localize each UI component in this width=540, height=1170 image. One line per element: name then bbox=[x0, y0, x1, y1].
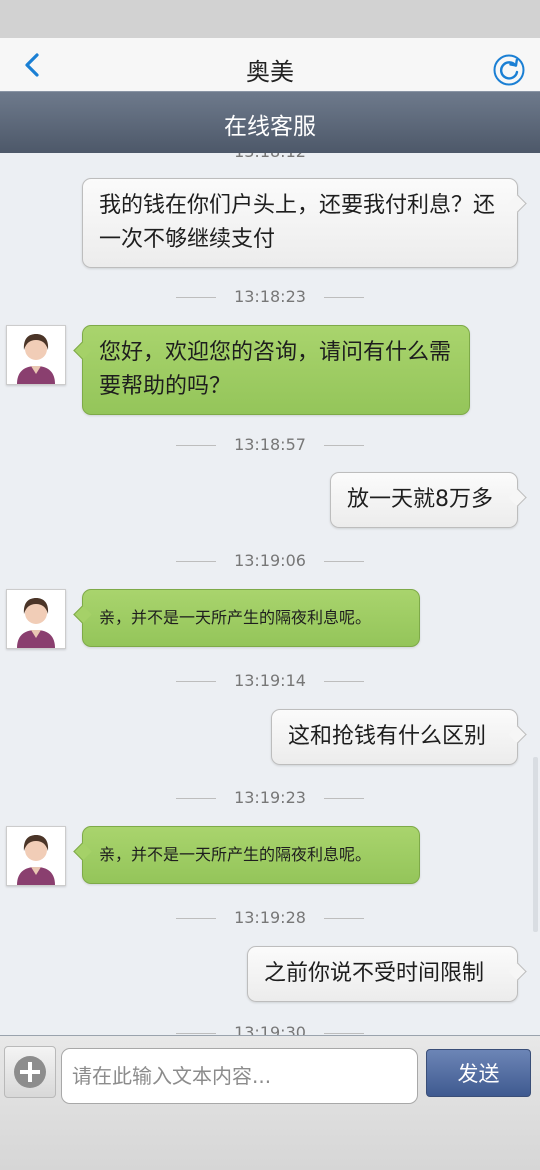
message-timestamp: 13:19:23 bbox=[0, 786, 540, 810]
message-timestamp: 13:19:14 bbox=[0, 669, 540, 693]
divider bbox=[176, 297, 217, 298]
divider bbox=[176, 681, 217, 682]
received-message-bubble[interactable]: 您好，欢迎您的咨询，请问有什么需要帮助的吗？ bbox=[82, 325, 470, 415]
agent-avatar-icon bbox=[17, 334, 55, 384]
divider bbox=[323, 561, 364, 562]
sent-message-bubble[interactable]: 之前你说不受时间限制 bbox=[247, 946, 518, 1002]
message-timestamp: 13:19:06 bbox=[0, 549, 540, 573]
agent-avatar-icon bbox=[17, 835, 55, 885]
timestamp-text: 13:19:23 bbox=[234, 788, 306, 807]
message-timestamp: 13:18:57 bbox=[0, 433, 540, 457]
timestamp-text: 13:19:30 bbox=[234, 1023, 306, 1035]
sent-message-bubble[interactable]: 放一天就8万多 bbox=[330, 472, 518, 528]
timestamp-text: 13:18:57 bbox=[234, 435, 306, 454]
sent-message-bubble[interactable]: 这和抢钱有什么区别 bbox=[271, 709, 518, 765]
divider bbox=[323, 1033, 364, 1034]
divider bbox=[176, 561, 217, 562]
message-input[interactable] bbox=[61, 1048, 418, 1104]
chat-message-list[interactable]: 13:18:12 我的钱在你们户头上，还要我付利息？还一次不够继续支付 13:1… bbox=[0, 153, 540, 1035]
refresh-icon bbox=[493, 54, 525, 86]
message-timestamp: 13:19:28 bbox=[0, 906, 540, 930]
timestamp-text: 13:18:12 bbox=[234, 153, 306, 161]
divider bbox=[323, 918, 364, 919]
chat-header-title: 在线客服 bbox=[224, 114, 316, 140]
agent-avatar[interactable] bbox=[6, 325, 66, 385]
divider bbox=[323, 798, 364, 799]
chat-header: 在线客服 bbox=[0, 91, 540, 153]
divider bbox=[176, 1033, 217, 1034]
plus-circle-icon bbox=[14, 1056, 46, 1088]
agent-avatar-icon bbox=[17, 598, 55, 648]
refresh-button[interactable] bbox=[492, 53, 526, 87]
divider bbox=[176, 798, 217, 799]
message-input-bar: 发送 bbox=[0, 1035, 540, 1170]
agent-avatar[interactable] bbox=[6, 589, 66, 649]
divider bbox=[176, 445, 217, 446]
message-text: 亲，并不是一天所产生的隔夜利息呢。 bbox=[99, 608, 372, 627]
status-bar bbox=[0, 0, 540, 38]
timestamp-text: 13:19:06 bbox=[234, 551, 306, 570]
message-timestamp: 13:18:12 bbox=[0, 153, 540, 164]
agent-avatar[interactable] bbox=[6, 826, 66, 886]
message-text: 之前你说不受时间限制 bbox=[264, 961, 485, 986]
message-text: 这和抢钱有什么区别 bbox=[288, 724, 487, 749]
timestamp-text: 13:19:28 bbox=[234, 908, 306, 927]
message-text: 亲，并不是一天所产生的隔夜利息呢。 bbox=[99, 845, 372, 864]
chat-scrollbar[interactable] bbox=[533, 757, 538, 932]
top-nav-bar: 奥美 bbox=[0, 38, 540, 91]
send-button[interactable]: 发送 bbox=[426, 1049, 531, 1097]
add-attachment-button[interactable] bbox=[4, 1046, 56, 1098]
timestamp-text: 13:19:14 bbox=[234, 671, 306, 690]
message-timestamp: 13:19:30 bbox=[0, 1021, 540, 1035]
message-text: 放一天就8万多 bbox=[347, 487, 493, 512]
divider bbox=[323, 681, 364, 682]
divider bbox=[323, 445, 364, 446]
message-text: 我的钱在你们户头上，还要我付利息？还一次不够继续支付 bbox=[99, 193, 496, 252]
divider bbox=[323, 297, 364, 298]
divider bbox=[176, 918, 217, 919]
message-text: 您好，欢迎您的咨询，请问有什么需要帮助的吗？ bbox=[99, 340, 452, 399]
received-message-bubble[interactable]: 亲，并不是一天所产生的隔夜利息呢。 bbox=[82, 589, 420, 647]
timestamp-text: 13:18:23 bbox=[234, 287, 306, 306]
received-message-bubble[interactable]: 亲，并不是一天所产生的隔夜利息呢。 bbox=[82, 826, 420, 884]
message-timestamp: 13:18:23 bbox=[0, 285, 540, 309]
sent-message-bubble[interactable]: 我的钱在你们户头上，还要我付利息？还一次不够继续支付 bbox=[82, 178, 518, 268]
page-title: 奥美 bbox=[246, 58, 294, 86]
